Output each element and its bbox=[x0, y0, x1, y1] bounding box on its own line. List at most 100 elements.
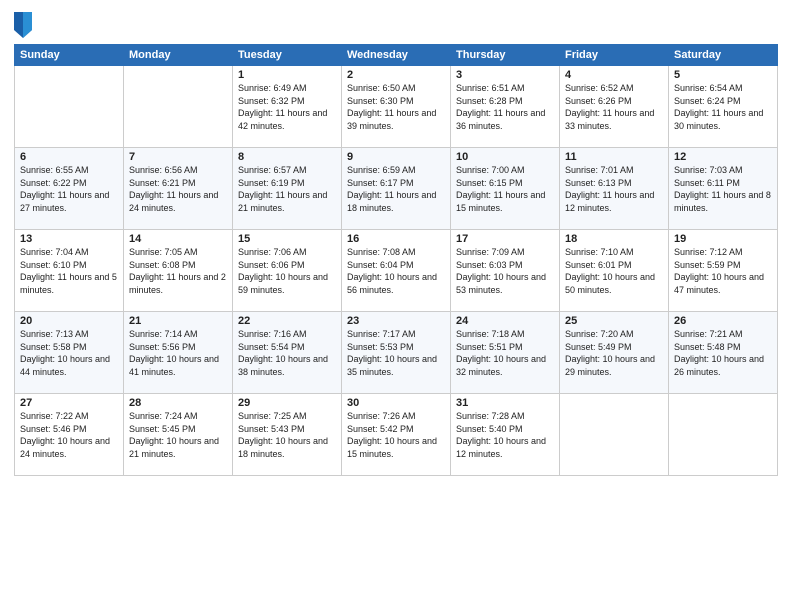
calendar-week-row: 27Sunrise: 7:22 AM Sunset: 5:46 PM Dayli… bbox=[15, 394, 778, 476]
day-number: 1 bbox=[238, 69, 336, 81]
day-info: Sunrise: 6:51 AM Sunset: 6:28 PM Dayligh… bbox=[456, 82, 554, 132]
calendar-page: SundayMondayTuesdayWednesdayThursdayFrid… bbox=[0, 0, 792, 612]
day-info: Sunrise: 7:28 AM Sunset: 5:40 PM Dayligh… bbox=[456, 410, 554, 460]
day-info: Sunrise: 7:09 AM Sunset: 6:03 PM Dayligh… bbox=[456, 246, 554, 296]
day-info: Sunrise: 6:49 AM Sunset: 6:32 PM Dayligh… bbox=[238, 82, 336, 132]
day-info: Sunrise: 7:21 AM Sunset: 5:48 PM Dayligh… bbox=[674, 328, 772, 378]
day-info: Sunrise: 6:56 AM Sunset: 6:21 PM Dayligh… bbox=[129, 164, 227, 214]
day-info: Sunrise: 7:24 AM Sunset: 5:45 PM Dayligh… bbox=[129, 410, 227, 460]
day-info: Sunrise: 7:20 AM Sunset: 5:49 PM Dayligh… bbox=[565, 328, 663, 378]
calendar-cell: 15Sunrise: 7:06 AM Sunset: 6:06 PM Dayli… bbox=[233, 230, 342, 312]
day-info: Sunrise: 7:10 AM Sunset: 6:01 PM Dayligh… bbox=[565, 246, 663, 296]
calendar-cell: 8Sunrise: 6:57 AM Sunset: 6:19 PM Daylig… bbox=[233, 148, 342, 230]
day-number: 5 bbox=[674, 69, 772, 81]
day-number: 22 bbox=[238, 315, 336, 327]
calendar-table: SundayMondayTuesdayWednesdayThursdayFrid… bbox=[14, 44, 778, 476]
calendar-week-row: 13Sunrise: 7:04 AM Sunset: 6:10 PM Dayli… bbox=[15, 230, 778, 312]
calendar-cell: 29Sunrise: 7:25 AM Sunset: 5:43 PM Dayli… bbox=[233, 394, 342, 476]
calendar-cell: 24Sunrise: 7:18 AM Sunset: 5:51 PM Dayli… bbox=[451, 312, 560, 394]
day-info: Sunrise: 6:52 AM Sunset: 6:26 PM Dayligh… bbox=[565, 82, 663, 132]
calendar-cell bbox=[15, 66, 124, 148]
day-number: 23 bbox=[347, 315, 445, 327]
day-info: Sunrise: 7:22 AM Sunset: 5:46 PM Dayligh… bbox=[20, 410, 118, 460]
day-number: 29 bbox=[238, 397, 336, 409]
calendar-cell bbox=[124, 66, 233, 148]
day-number: 20 bbox=[20, 315, 118, 327]
calendar-cell: 16Sunrise: 7:08 AM Sunset: 6:04 PM Dayli… bbox=[342, 230, 451, 312]
day-info: Sunrise: 6:57 AM Sunset: 6:19 PM Dayligh… bbox=[238, 164, 336, 214]
day-number: 12 bbox=[674, 151, 772, 163]
calendar-cell: 22Sunrise: 7:16 AM Sunset: 5:54 PM Dayli… bbox=[233, 312, 342, 394]
day-number: 11 bbox=[565, 151, 663, 163]
calendar-day-header: Monday bbox=[124, 45, 233, 66]
calendar-week-row: 1Sunrise: 6:49 AM Sunset: 6:32 PM Daylig… bbox=[15, 66, 778, 148]
day-number: 19 bbox=[674, 233, 772, 245]
day-info: Sunrise: 7:14 AM Sunset: 5:56 PM Dayligh… bbox=[129, 328, 227, 378]
day-number: 26 bbox=[674, 315, 772, 327]
day-info: Sunrise: 7:26 AM Sunset: 5:42 PM Dayligh… bbox=[347, 410, 445, 460]
day-info: Sunrise: 7:05 AM Sunset: 6:08 PM Dayligh… bbox=[129, 246, 227, 296]
day-number: 18 bbox=[565, 233, 663, 245]
day-number: 7 bbox=[129, 151, 227, 163]
calendar-week-row: 20Sunrise: 7:13 AM Sunset: 5:58 PM Dayli… bbox=[15, 312, 778, 394]
calendar-cell: 10Sunrise: 7:00 AM Sunset: 6:15 PM Dayli… bbox=[451, 148, 560, 230]
calendar-cell: 27Sunrise: 7:22 AM Sunset: 5:46 PM Dayli… bbox=[15, 394, 124, 476]
calendar-cell bbox=[560, 394, 669, 476]
calendar-cell: 26Sunrise: 7:21 AM Sunset: 5:48 PM Dayli… bbox=[669, 312, 778, 394]
day-info: Sunrise: 7:18 AM Sunset: 5:51 PM Dayligh… bbox=[456, 328, 554, 378]
calendar-day-header: Thursday bbox=[451, 45, 560, 66]
calendar-cell: 5Sunrise: 6:54 AM Sunset: 6:24 PM Daylig… bbox=[669, 66, 778, 148]
day-info: Sunrise: 7:17 AM Sunset: 5:53 PM Dayligh… bbox=[347, 328, 445, 378]
day-info: Sunrise: 6:59 AM Sunset: 6:17 PM Dayligh… bbox=[347, 164, 445, 214]
calendar-cell: 21Sunrise: 7:14 AM Sunset: 5:56 PM Dayli… bbox=[124, 312, 233, 394]
calendar-cell bbox=[669, 394, 778, 476]
day-number: 31 bbox=[456, 397, 554, 409]
calendar-day-header: Friday bbox=[560, 45, 669, 66]
calendar-cell: 20Sunrise: 7:13 AM Sunset: 5:58 PM Dayli… bbox=[15, 312, 124, 394]
day-info: Sunrise: 7:03 AM Sunset: 6:11 PM Dayligh… bbox=[674, 164, 772, 214]
calendar-cell: 23Sunrise: 7:17 AM Sunset: 5:53 PM Dayli… bbox=[342, 312, 451, 394]
calendar-cell: 25Sunrise: 7:20 AM Sunset: 5:49 PM Dayli… bbox=[560, 312, 669, 394]
calendar-cell: 17Sunrise: 7:09 AM Sunset: 6:03 PM Dayli… bbox=[451, 230, 560, 312]
logo bbox=[14, 12, 35, 38]
day-number: 2 bbox=[347, 69, 445, 81]
calendar-cell: 12Sunrise: 7:03 AM Sunset: 6:11 PM Dayli… bbox=[669, 148, 778, 230]
day-number: 24 bbox=[456, 315, 554, 327]
calendar-cell: 4Sunrise: 6:52 AM Sunset: 6:26 PM Daylig… bbox=[560, 66, 669, 148]
calendar-cell: 30Sunrise: 7:26 AM Sunset: 5:42 PM Dayli… bbox=[342, 394, 451, 476]
day-number: 8 bbox=[238, 151, 336, 163]
day-info: Sunrise: 6:50 AM Sunset: 6:30 PM Dayligh… bbox=[347, 82, 445, 132]
calendar-cell: 14Sunrise: 7:05 AM Sunset: 6:08 PM Dayli… bbox=[124, 230, 233, 312]
day-number: 13 bbox=[20, 233, 118, 245]
calendar-day-header: Tuesday bbox=[233, 45, 342, 66]
day-info: Sunrise: 7:04 AM Sunset: 6:10 PM Dayligh… bbox=[20, 246, 118, 296]
calendar-day-header: Saturday bbox=[669, 45, 778, 66]
day-info: Sunrise: 6:55 AM Sunset: 6:22 PM Dayligh… bbox=[20, 164, 118, 214]
day-number: 30 bbox=[347, 397, 445, 409]
day-info: Sunrise: 7:06 AM Sunset: 6:06 PM Dayligh… bbox=[238, 246, 336, 296]
calendar-cell: 7Sunrise: 6:56 AM Sunset: 6:21 PM Daylig… bbox=[124, 148, 233, 230]
day-number: 25 bbox=[565, 315, 663, 327]
day-number: 16 bbox=[347, 233, 445, 245]
logo-icon bbox=[14, 12, 32, 38]
day-info: Sunrise: 6:54 AM Sunset: 6:24 PM Dayligh… bbox=[674, 82, 772, 132]
day-number: 17 bbox=[456, 233, 554, 245]
day-info: Sunrise: 7:12 AM Sunset: 5:59 PM Dayligh… bbox=[674, 246, 772, 296]
calendar-cell: 11Sunrise: 7:01 AM Sunset: 6:13 PM Dayli… bbox=[560, 148, 669, 230]
day-info: Sunrise: 7:08 AM Sunset: 6:04 PM Dayligh… bbox=[347, 246, 445, 296]
day-info: Sunrise: 7:13 AM Sunset: 5:58 PM Dayligh… bbox=[20, 328, 118, 378]
calendar-cell: 6Sunrise: 6:55 AM Sunset: 6:22 PM Daylig… bbox=[15, 148, 124, 230]
calendar-cell: 28Sunrise: 7:24 AM Sunset: 5:45 PM Dayli… bbox=[124, 394, 233, 476]
calendar-cell: 3Sunrise: 6:51 AM Sunset: 6:28 PM Daylig… bbox=[451, 66, 560, 148]
calendar-cell: 2Sunrise: 6:50 AM Sunset: 6:30 PM Daylig… bbox=[342, 66, 451, 148]
day-number: 6 bbox=[20, 151, 118, 163]
day-info: Sunrise: 7:25 AM Sunset: 5:43 PM Dayligh… bbox=[238, 410, 336, 460]
day-number: 3 bbox=[456, 69, 554, 81]
calendar-day-header: Wednesday bbox=[342, 45, 451, 66]
calendar-week-row: 6Sunrise: 6:55 AM Sunset: 6:22 PM Daylig… bbox=[15, 148, 778, 230]
day-number: 10 bbox=[456, 151, 554, 163]
day-info: Sunrise: 7:16 AM Sunset: 5:54 PM Dayligh… bbox=[238, 328, 336, 378]
day-number: 28 bbox=[129, 397, 227, 409]
day-number: 15 bbox=[238, 233, 336, 245]
day-number: 14 bbox=[129, 233, 227, 245]
